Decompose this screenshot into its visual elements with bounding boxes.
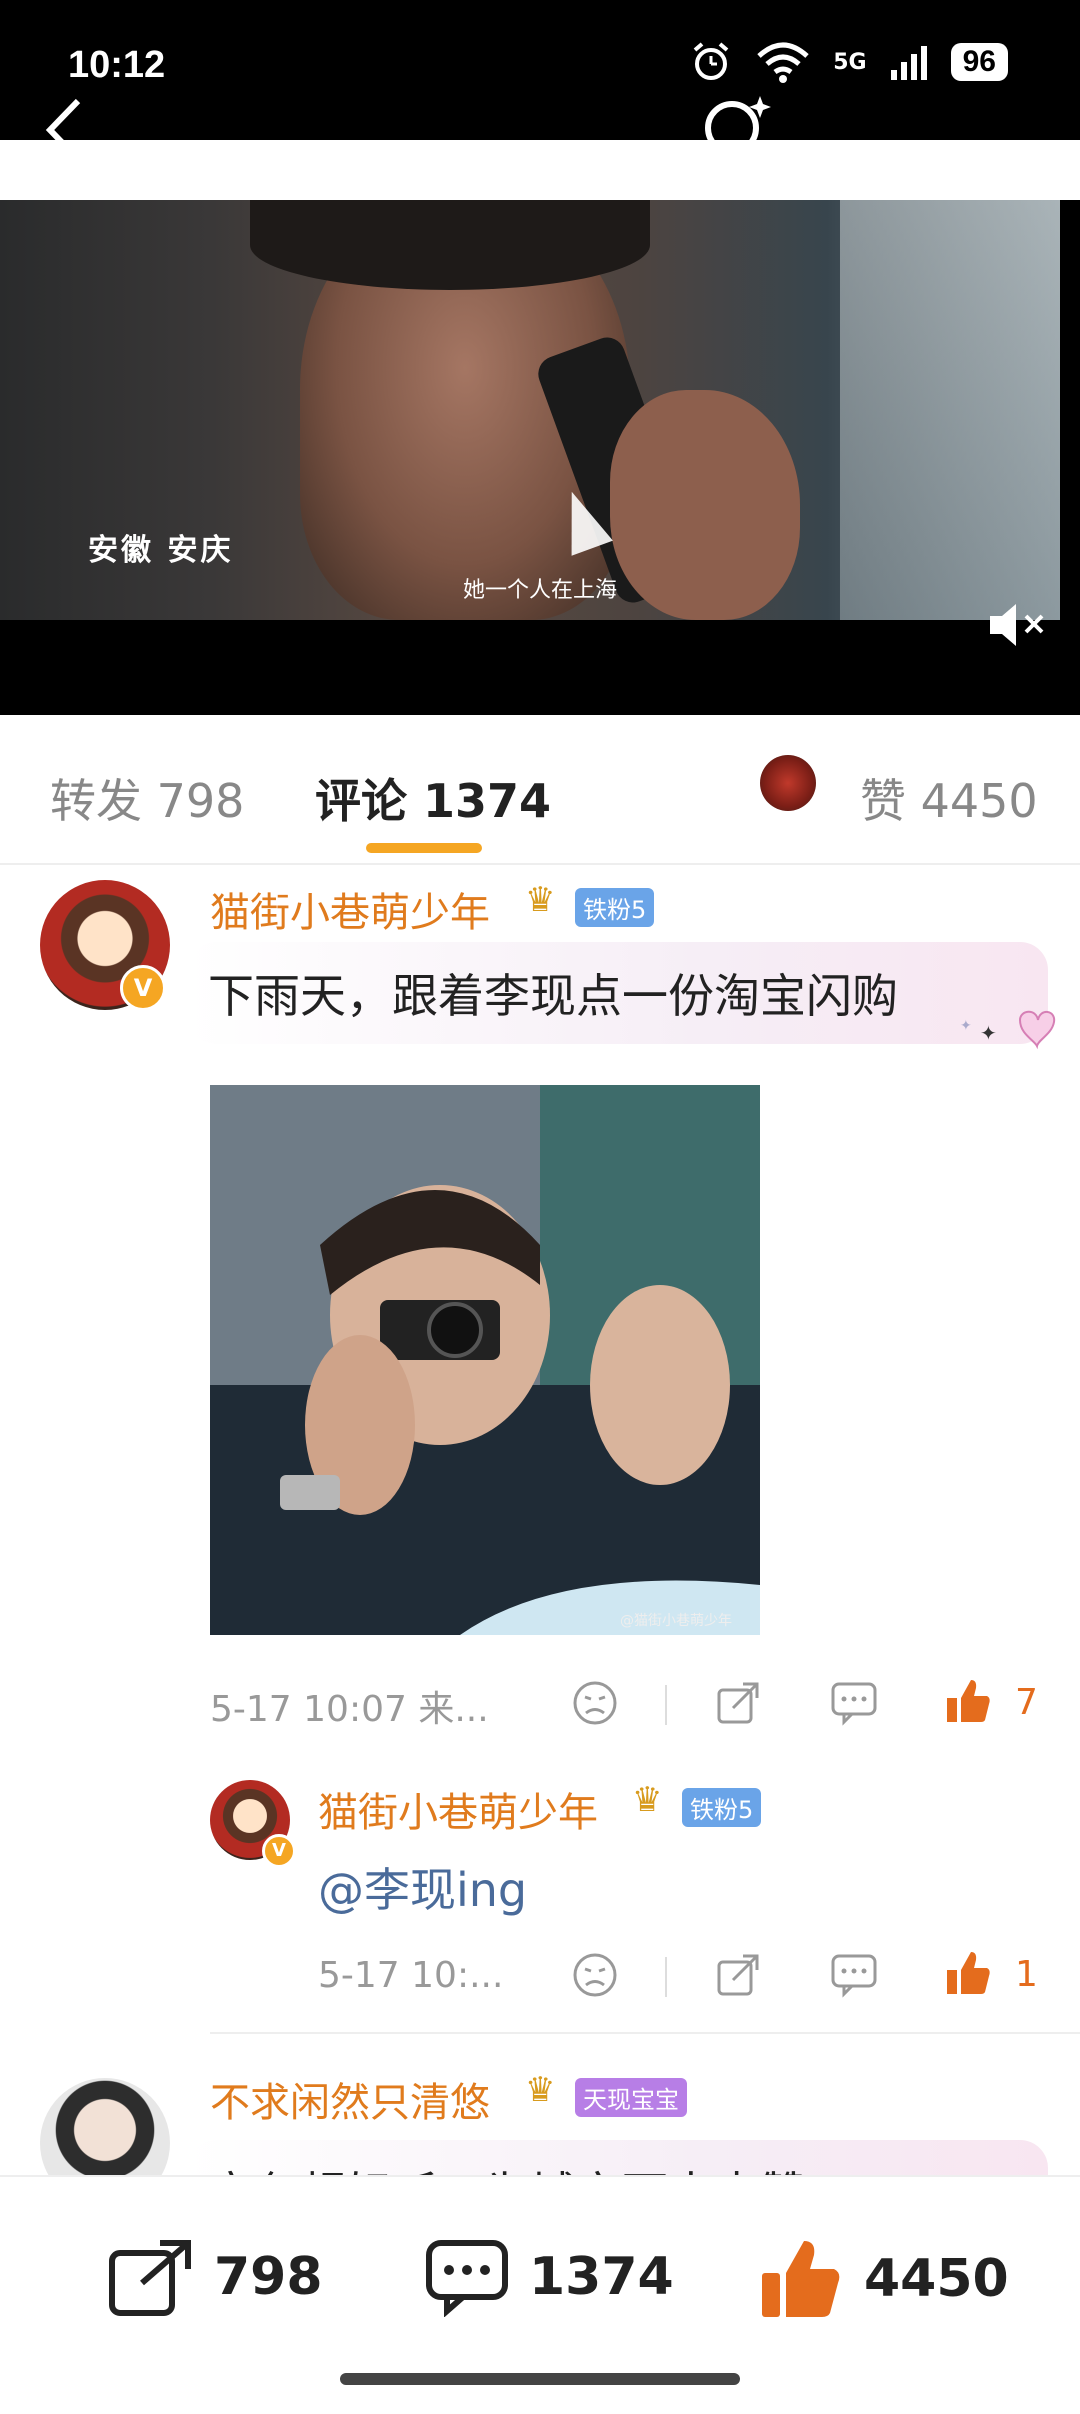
comment-text: 下雨天，跟着李现点一份淘宝闪购 bbox=[188, 942, 1048, 1044]
more-icon[interactable] bbox=[840, 160, 920, 180]
sad-face-icon[interactable] bbox=[572, 1680, 618, 1726]
comment-username[interactable]: 猫街小巷萌少年 bbox=[210, 880, 490, 938]
repost-count: 798 bbox=[214, 2247, 323, 2307]
comment-image[interactable]: @猫街小巷萌少年 bbox=[210, 1085, 760, 1635]
like-button[interactable]: 4450 bbox=[758, 2237, 1009, 2321]
like-count: 4450 bbox=[864, 2249, 1009, 2309]
signal-icon bbox=[890, 46, 927, 80]
repost-button[interactable]: 798 bbox=[108, 2237, 323, 2317]
fan-badge: 铁粉5 bbox=[575, 888, 655, 927]
comment-button[interactable]: 1374 bbox=[425, 2237, 674, 2317]
status-icons: 5G 96 bbox=[689, 40, 1008, 84]
share-icon[interactable] bbox=[715, 1952, 761, 1998]
thumb-up-icon[interactable] bbox=[943, 1676, 993, 1726]
thumb-up-icon bbox=[762, 2241, 840, 2317]
crown-icon: ♛ bbox=[525, 880, 556, 920]
search-icon[interactable] bbox=[700, 92, 774, 166]
comment-icon[interactable] bbox=[830, 1680, 878, 1726]
comment-count: 1374 bbox=[529, 2247, 674, 2307]
crown-icon: ♛ bbox=[632, 1780, 663, 1820]
comment-icon[interactable] bbox=[830, 1952, 878, 1998]
verified-badge: V bbox=[120, 965, 166, 1011]
comment-username[interactable]: 不求闲然只清悠 bbox=[210, 2070, 490, 2128]
comment-timestamp: 5-17 10:07 来... bbox=[210, 1689, 489, 1730]
verified-badge: V bbox=[262, 1834, 296, 1868]
alarm-icon bbox=[693, 42, 729, 80]
reply-username[interactable]: 猫街小巷萌少年 bbox=[318, 1780, 598, 1838]
svg-text:✦: ✦ bbox=[960, 1018, 972, 1034]
status-bar: 10:12 5G 96 bbox=[0, 0, 1080, 205]
share-icon bbox=[109, 2240, 191, 2316]
comment-icon bbox=[426, 2240, 508, 2317]
avatar[interactable] bbox=[40, 2078, 170, 2175]
status-time: 10:12 bbox=[68, 44, 166, 86]
home-indicator[interactable] bbox=[340, 2373, 740, 2385]
thumb-up-icon[interactable] bbox=[943, 1948, 993, 1998]
like-count: 7 bbox=[1015, 1682, 1038, 1723]
interaction-tabs: 转发 798 评论 1374 赞 4450 bbox=[0, 715, 1080, 865]
close-icon[interactable] bbox=[980, 152, 1034, 206]
back-icon[interactable] bbox=[44, 95, 84, 165]
liker-avatar[interactable] bbox=[760, 755, 816, 811]
video-subtitle: 她一个人在上海 bbox=[462, 578, 617, 603]
fan-badge: 天现宝宝 bbox=[575, 2078, 687, 2117]
comment-photo: @猫街小巷萌少年 bbox=[210, 1085, 760, 1635]
sad-face-icon[interactable] bbox=[572, 1952, 618, 1998]
crown-icon: ♛ bbox=[525, 2070, 556, 2110]
fan-badge: 铁粉5 bbox=[682, 1788, 762, 1827]
reply-timestamp: 5-17 10:... bbox=[318, 1955, 504, 1996]
comment-text: 音色超好听，为城市雨中点赞 bbox=[188, 2140, 1048, 2175]
heart-sticker-icon: ✦✦ bbox=[960, 1010, 1056, 1050]
video-location-caption: 安徽 安庆 bbox=[88, 533, 234, 568]
video-player[interactable]: 安徽 安庆 她一个人在上海 bbox=[0, 200, 1080, 715]
battery-indicator: 96 bbox=[950, 43, 1008, 81]
active-tab-indicator bbox=[366, 843, 482, 853]
tab-repost[interactable]: 转发 798 bbox=[50, 765, 244, 831]
reply-text[interactable]: @李现ing bbox=[318, 1854, 527, 1920]
wifi-icon bbox=[757, 42, 809, 83]
divider bbox=[210, 2032, 1080, 2034]
comment-item: 不求闲然只清悠 ♛ 天现宝宝 音色超好听，为城市雨中点赞 bbox=[0, 2070, 1080, 2175]
svg-text:✦: ✦ bbox=[980, 1021, 997, 1045]
share-icon[interactable] bbox=[715, 1680, 761, 1726]
mute-icon[interactable] bbox=[986, 600, 1046, 650]
video-frame: 安徽 安庆 她一个人在上海 bbox=[0, 200, 1060, 620]
tab-like[interactable]: 赞 4450 bbox=[860, 765, 1038, 831]
image-watermark: @猫街小巷萌少年 bbox=[620, 1613, 732, 1629]
like-count: 1 bbox=[1015, 1954, 1038, 1995]
network-type: 5G bbox=[833, 49, 867, 75]
tab-comment[interactable]: 评论 1374 bbox=[315, 765, 551, 831]
